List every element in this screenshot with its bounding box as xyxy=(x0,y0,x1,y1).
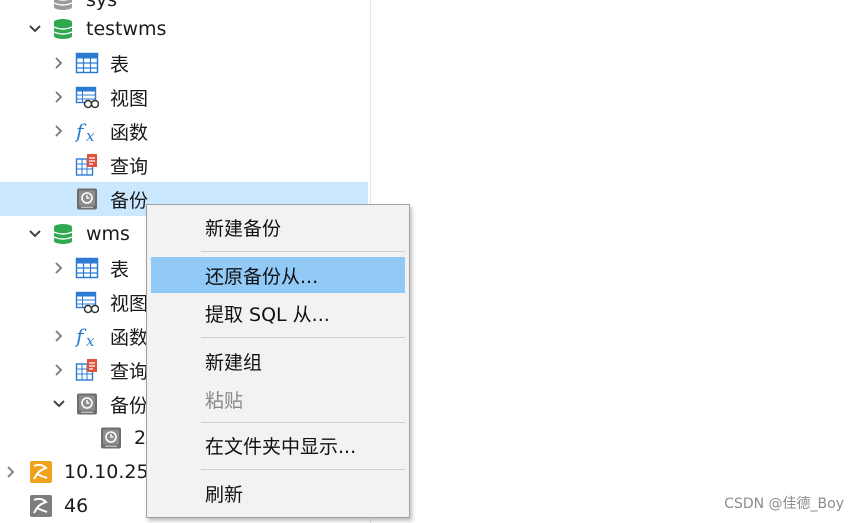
menu-item-label: 在文件夹中显示... xyxy=(205,435,357,458)
menu-separator xyxy=(201,469,405,470)
function-icon: fx xyxy=(74,118,100,144)
menu-item-label: 还原备份从... xyxy=(205,265,319,288)
menu-item-paste[interactable]: 粘贴 xyxy=(151,381,405,417)
chevron-right-icon[interactable] xyxy=(2,463,20,481)
backup-file-icon xyxy=(98,425,124,451)
tree-item-label: testwms xyxy=(86,18,167,40)
chevron-right-icon[interactable] xyxy=(50,54,68,72)
caret-spacer xyxy=(50,190,68,208)
chevron-right-icon[interactable] xyxy=(50,327,68,345)
menu-item-label: 新建备份 xyxy=(205,217,282,240)
tree-item-label: 视图 xyxy=(110,292,149,315)
context-menu: 新建备份 还原备份从... 提取 SQL 从... 新建组 粘贴 在文件夹中显示… xyxy=(146,204,410,518)
menu-separator xyxy=(201,337,405,338)
chevron-right-icon[interactable] xyxy=(50,122,68,140)
tree-item-label: 2 xyxy=(134,427,147,449)
tree-item-label: 查询 xyxy=(110,155,149,178)
tree-item-label: 视图 xyxy=(110,87,149,110)
menu-item-label: 提取 SQL 从... xyxy=(205,303,330,326)
tree-item-label: 函数 xyxy=(110,326,149,349)
caret-spacer xyxy=(50,293,68,311)
database-green-icon xyxy=(50,16,76,42)
tree-item-label: 备份 xyxy=(110,189,149,212)
view-icon xyxy=(74,84,100,110)
svg-text:x: x xyxy=(86,332,95,348)
app-window: sys testwms 表 视图 f x 函数 查询 备份 wms 表 视图 f… xyxy=(0,0,858,523)
tree-item-queries[interactable]: 查询 xyxy=(0,148,368,182)
connection-orange-icon xyxy=(28,459,54,485)
tree-item-label: 表 xyxy=(110,258,130,281)
tree-item-label: 表 xyxy=(110,53,130,76)
menu-separator xyxy=(201,422,405,423)
menu-item-new-backup[interactable]: 新建备份 xyxy=(151,209,405,245)
tree-item-label: 备份 xyxy=(110,394,149,417)
table-icon xyxy=(74,255,100,281)
watermark: CSDN @佳德_Boy xyxy=(724,496,844,512)
chevron-down-icon[interactable] xyxy=(26,225,44,243)
menu-item-extract-sql[interactable]: 提取 SQL 从... xyxy=(151,295,405,331)
caret-spacer xyxy=(2,497,20,515)
menu-item-label: 新建组 xyxy=(205,351,263,374)
chevron-right-icon[interactable] xyxy=(50,88,68,106)
chevron-right-icon[interactable] xyxy=(50,361,68,379)
chevron-right-icon[interactable] xyxy=(50,259,68,277)
tree-item-label: 查询 xyxy=(110,360,149,383)
database-green-icon xyxy=(50,221,76,247)
query-icon xyxy=(74,357,100,383)
view-icon xyxy=(74,289,100,315)
chevron-down-icon[interactable] xyxy=(26,20,44,38)
tree-item-label: sys xyxy=(86,0,118,11)
menu-item-label: 刷新 xyxy=(205,483,244,506)
tree-item-label: 46 xyxy=(64,495,89,517)
menu-item-label: 粘贴 xyxy=(205,389,244,412)
query-icon xyxy=(74,152,100,178)
caret-spacer xyxy=(74,429,92,447)
table-icon xyxy=(74,50,100,76)
menu-separator xyxy=(201,251,405,252)
tree-item-label: 函数 xyxy=(110,121,149,144)
tree-item-tables[interactable]: 表 xyxy=(0,46,368,80)
caret-spacer xyxy=(50,156,68,174)
connection-gray-icon xyxy=(28,493,54,519)
menu-item-new-group[interactable]: 新建组 xyxy=(151,343,405,379)
backup-icon xyxy=(74,186,100,212)
tree-item-views[interactable]: 视图 xyxy=(0,80,368,114)
menu-item-refresh[interactable]: 刷新 xyxy=(151,475,405,511)
menu-item-show-in-folder[interactable]: 在文件夹中显示... xyxy=(151,427,405,463)
chevron-down-icon[interactable] xyxy=(50,395,68,413)
menu-item-restore-backup[interactable]: 还原备份从... xyxy=(151,257,405,293)
caret-spacer xyxy=(26,0,44,9)
function-icon: fx xyxy=(74,323,100,349)
tree-item-label: wms xyxy=(86,223,130,245)
svg-text:x: x xyxy=(86,127,95,143)
tree-item-functions[interactable]: fx 函数 xyxy=(0,114,368,148)
tree-item-testwms[interactable]: testwms xyxy=(0,12,368,46)
tree-item-label: 10.10.25 xyxy=(64,461,149,483)
backup-icon xyxy=(74,391,100,417)
